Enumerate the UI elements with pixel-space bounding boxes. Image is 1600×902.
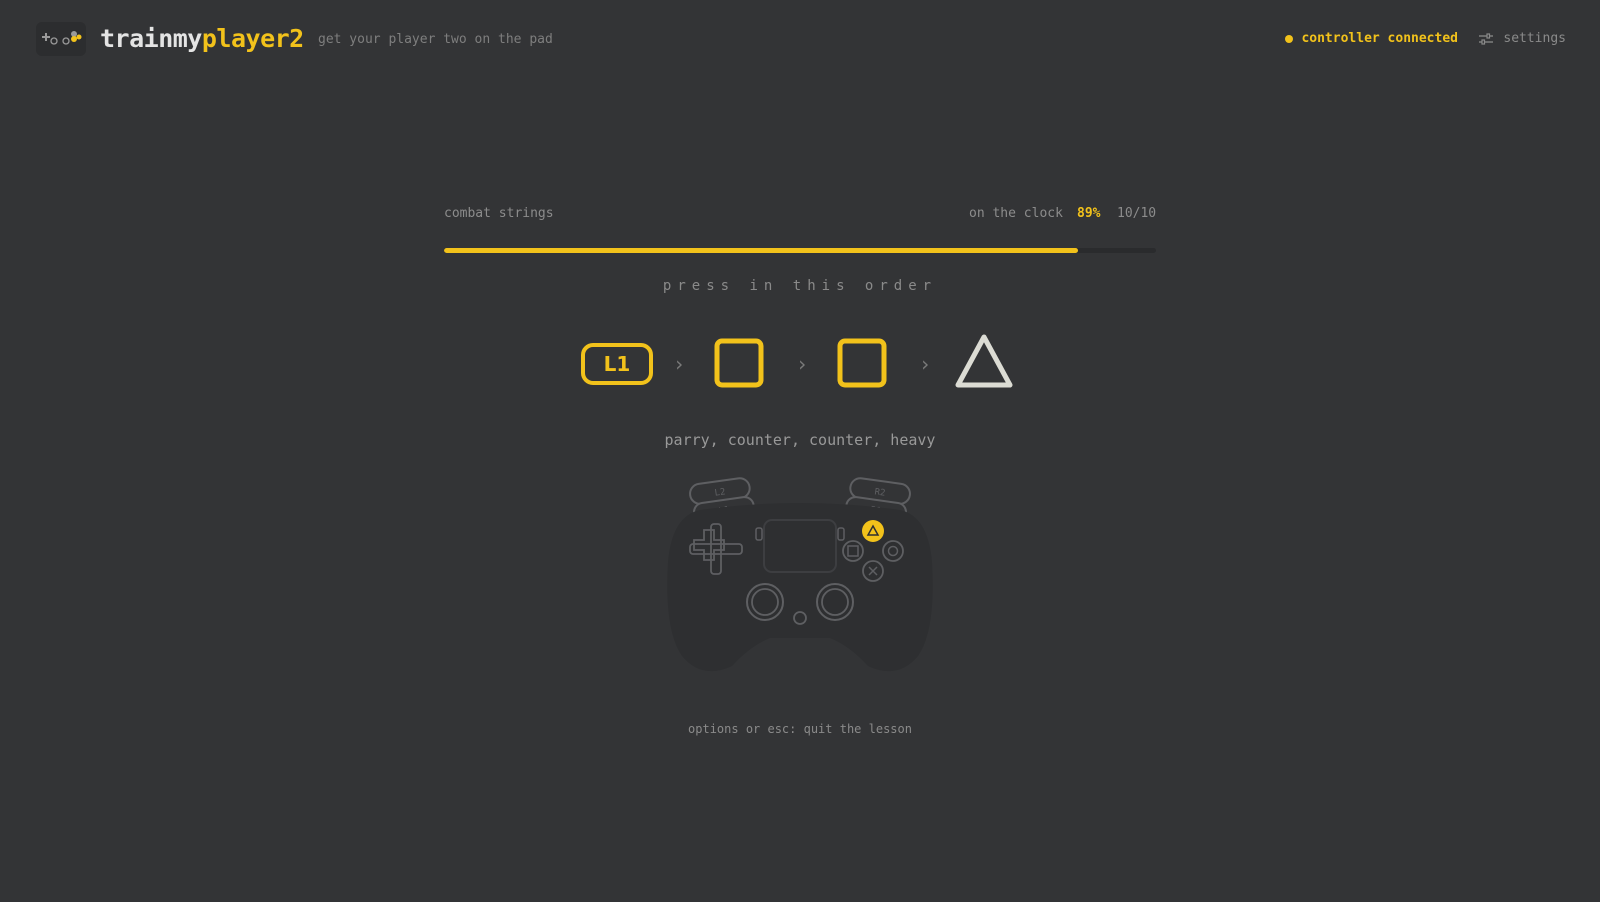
touchpad — [763, 519, 837, 573]
gamepad-logo-icon — [36, 22, 86, 56]
brand-part-player2: player2 — [201, 24, 304, 53]
progress-percent: 89% — [1077, 206, 1101, 221]
sequence-square-icon — [837, 338, 887, 392]
progress-bar — [444, 248, 1156, 253]
tagline: get your player two on the pad — [318, 32, 553, 47]
timer-label: on the clock — [969, 206, 1063, 221]
sequence-l1-button: L1 — [581, 343, 653, 385]
step-count: 10/10 — [1117, 206, 1157, 221]
l2-label: L2 — [714, 487, 726, 498]
sequence-separator: › — [673, 352, 686, 376]
settings-label: settings — [1503, 31, 1566, 46]
sequence-square-icon — [714, 338, 764, 392]
lesson-title: combat strings — [444, 206, 554, 221]
quit-hint: options or esc: quit the lesson — [688, 722, 912, 736]
controller-diagram: L2 L1 R2 R1 — [660, 470, 940, 684]
instruction-text: press in this order — [662, 278, 938, 294]
sequence-separator: › — [919, 352, 932, 376]
status-dot-icon — [1285, 34, 1294, 43]
combo-move-names: parry, counter, counter, heavy — [664, 431, 936, 449]
sequence-separator: › — [796, 352, 809, 376]
progress-bar-fill — [444, 248, 1078, 253]
sequence-triangle-icon — [954, 332, 1014, 394]
brand-logo-text[interactable]: trainmyplayer2 — [100, 24, 304, 54]
app-header: trainmyplayer2 get your player two on th… — [36, 22, 1566, 58]
controller-status: controller connected — [1285, 31, 1458, 46]
sliders-icon — [1479, 32, 1494, 45]
l1-label: L1 — [603, 352, 631, 376]
settings-button[interactable]: settings — [1479, 31, 1566, 46]
triangle-button — [862, 520, 884, 542]
status-text: controller connected — [1301, 31, 1458, 46]
r2-label: R2 — [874, 487, 886, 498]
brand-part-trainmy: trainmy — [100, 24, 202, 53]
